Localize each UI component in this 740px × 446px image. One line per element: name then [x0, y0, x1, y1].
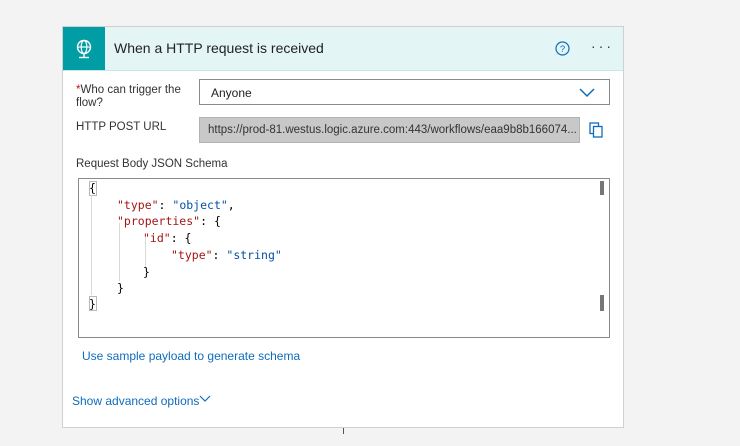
json-punct: : { [170, 231, 192, 245]
copy-icon[interactable] [589, 122, 603, 138]
code-line-6: } [143, 265, 150, 279]
who-can-trigger-value: Anyone [211, 86, 252, 100]
schema-json-editor[interactable]: { "type": "object", "properties": { "id"… [78, 178, 610, 338]
json-string: "object" [172, 198, 228, 212]
json-key: "properties" [117, 214, 201, 228]
code-line-7: } [117, 281, 124, 295]
json-key: "type" [117, 198, 159, 212]
code-line-1: { [89, 181, 96, 195]
indent-guide [91, 195, 92, 295]
trigger-title: When a HTTP request is received [114, 40, 324, 56]
chevron-down-icon[interactable] [199, 394, 211, 403]
code-line-3: "properties": { [117, 214, 221, 228]
connector-line [343, 428, 344, 434]
schema-label: Request Body JSON Schema [76, 158, 228, 170]
json-string: "string" [226, 248, 282, 262]
json-key: "id" [143, 231, 171, 245]
who-can-trigger-label-line1: Who can trigger the [80, 84, 181, 96]
http-post-url-field[interactable]: https://prod-81.westus.logic.azure.com:4… [199, 117, 580, 143]
scrollbar-marker [600, 181, 604, 195]
json-punct: : [158, 198, 173, 212]
trigger-card: When a HTTP request is received ? ··· *W… [62, 26, 624, 428]
editor-scrollbar[interactable] [597, 179, 609, 337]
indent-guide [119, 223, 120, 281]
use-sample-payload-link[interactable]: Use sample payload to generate schema [82, 349, 300, 363]
svg-text:?: ? [560, 44, 565, 55]
code-line-5: "type": "string" [171, 248, 282, 262]
trigger-card-header[interactable]: When a HTTP request is received ? ··· [63, 27, 623, 71]
http-post-url-label: HTTP POST URL [76, 121, 167, 133]
help-icon[interactable]: ? [555, 41, 570, 56]
show-advanced-options-link[interactable]: Show advanced options [72, 394, 199, 408]
globe-request-icon [63, 27, 105, 70]
code-line-4: "id": { [143, 231, 191, 245]
who-can-trigger-dropdown[interactable]: Anyone [199, 79, 610, 105]
code-line-2: "type": "object", [117, 198, 235, 212]
scrollbar-marker [600, 295, 604, 311]
json-punct: , [227, 198, 235, 212]
code-line-8: } [89, 297, 96, 311]
who-can-trigger-label: *Who can trigger the flow? [76, 84, 181, 110]
chevron-down-icon [579, 88, 595, 98]
json-key: "type" [171, 248, 213, 262]
more-options-icon[interactable]: ··· [591, 38, 614, 54]
who-can-trigger-label-line2: flow? [76, 97, 103, 109]
json-punct: : { [200, 214, 221, 228]
json-punct: : [212, 248, 227, 262]
http-post-url-value: https://prod-81.westus.logic.azure.com:4… [208, 124, 577, 136]
